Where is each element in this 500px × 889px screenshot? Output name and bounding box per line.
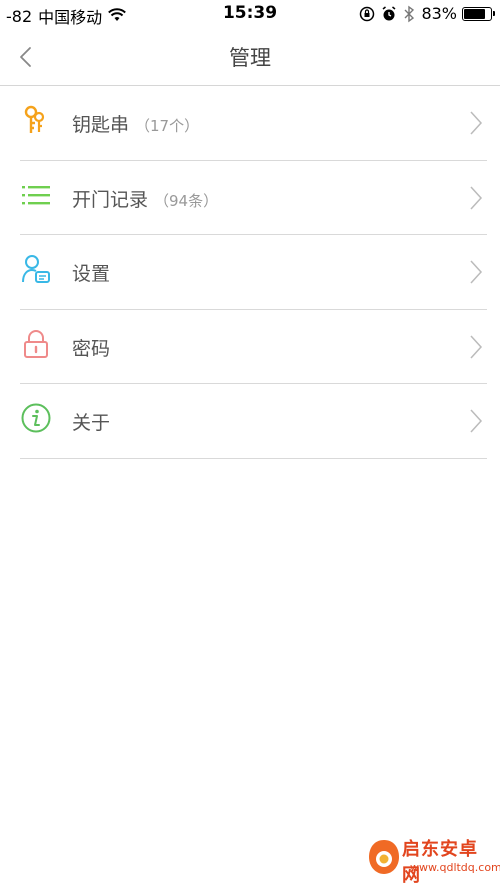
keys-icon <box>24 105 45 133</box>
nav-bar: 管理 <box>0 28 500 86</box>
battery-fill <box>464 8 485 19</box>
management-menu: 钥匙串 （17个） 开门记录 （94条） 设置 密码 关于 <box>20 86 487 459</box>
menu-item-label: 钥匙串 <box>72 114 130 136</box>
menu-item-settings[interactable]: 设置 <box>20 235 487 310</box>
chevron-right-icon <box>470 334 483 359</box>
chevron-right-icon <box>470 409 483 433</box>
chevron-right-icon <box>470 185 483 210</box>
battery-icon <box>462 6 495 21</box>
status-bar: -82 中国移动 15:39 83% <box>0 0 500 28</box>
menu-item-label: 设置 <box>72 263 111 285</box>
battery-percent: 83% <box>421 4 457 23</box>
alarm-icon <box>382 5 396 20</box>
lock-icon <box>24 329 48 358</box>
orientation-lock-icon <box>360 6 375 21</box>
user-settings-icon <box>22 255 50 283</box>
menu-item-about[interactable]: 关于 <box>20 384 487 459</box>
menu-item-count: （94条） <box>154 191 219 210</box>
chevron-right-icon <box>470 111 483 135</box>
list-icon <box>22 185 50 204</box>
watermark-logo-icon <box>369 840 399 874</box>
menu-item-password[interactable]: 密码 <box>20 310 487 384</box>
bluetooth-icon <box>404 5 415 22</box>
watermark: 启东安卓网 www.qdltdq.com <box>366 829 500 886</box>
menu-item-label: 开门记录 <box>72 188 149 211</box>
chevron-right-icon <box>470 260 483 284</box>
status-right: 83% <box>359 4 495 23</box>
menu-item-door-records[interactable]: 开门记录 （94条） <box>20 161 487 235</box>
info-icon <box>21 403 51 433</box>
page-title: 管理 <box>229 46 271 70</box>
menu-item-label: 关于 <box>72 412 111 434</box>
menu-item-count: （17个） <box>135 117 200 135</box>
watermark-url: www.qdltdq.com <box>410 861 500 874</box>
menu-item-label: 密码 <box>72 337 111 360</box>
menu-item-keychain[interactable]: 钥匙串 （17个） <box>20 86 487 161</box>
